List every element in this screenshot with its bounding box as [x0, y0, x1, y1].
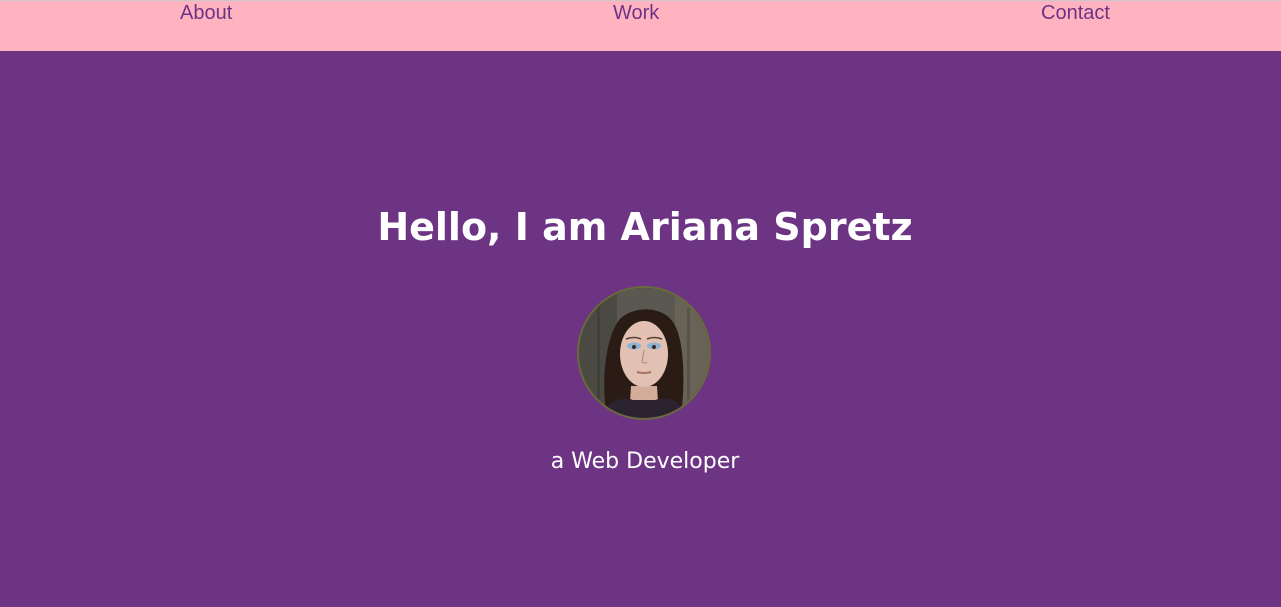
hero-title: Hello, I am Ariana Spretz: [377, 205, 913, 249]
top-navigation-bar: About Work Contact: [0, 0, 1281, 51]
nav-link-contact[interactable]: Contact: [1041, 1, 1110, 25]
profile-photo-image: [579, 288, 709, 418]
hero-subtitle: a Web Developer: [550, 449, 740, 474]
profile-photo: [577, 286, 711, 420]
nav-link-about[interactable]: About: [180, 1, 232, 25]
hero-section: Hello, I am Ariana Spretz a Web Develope…: [0, 51, 1281, 607]
nav-link-work[interactable]: Work: [613, 1, 659, 25]
